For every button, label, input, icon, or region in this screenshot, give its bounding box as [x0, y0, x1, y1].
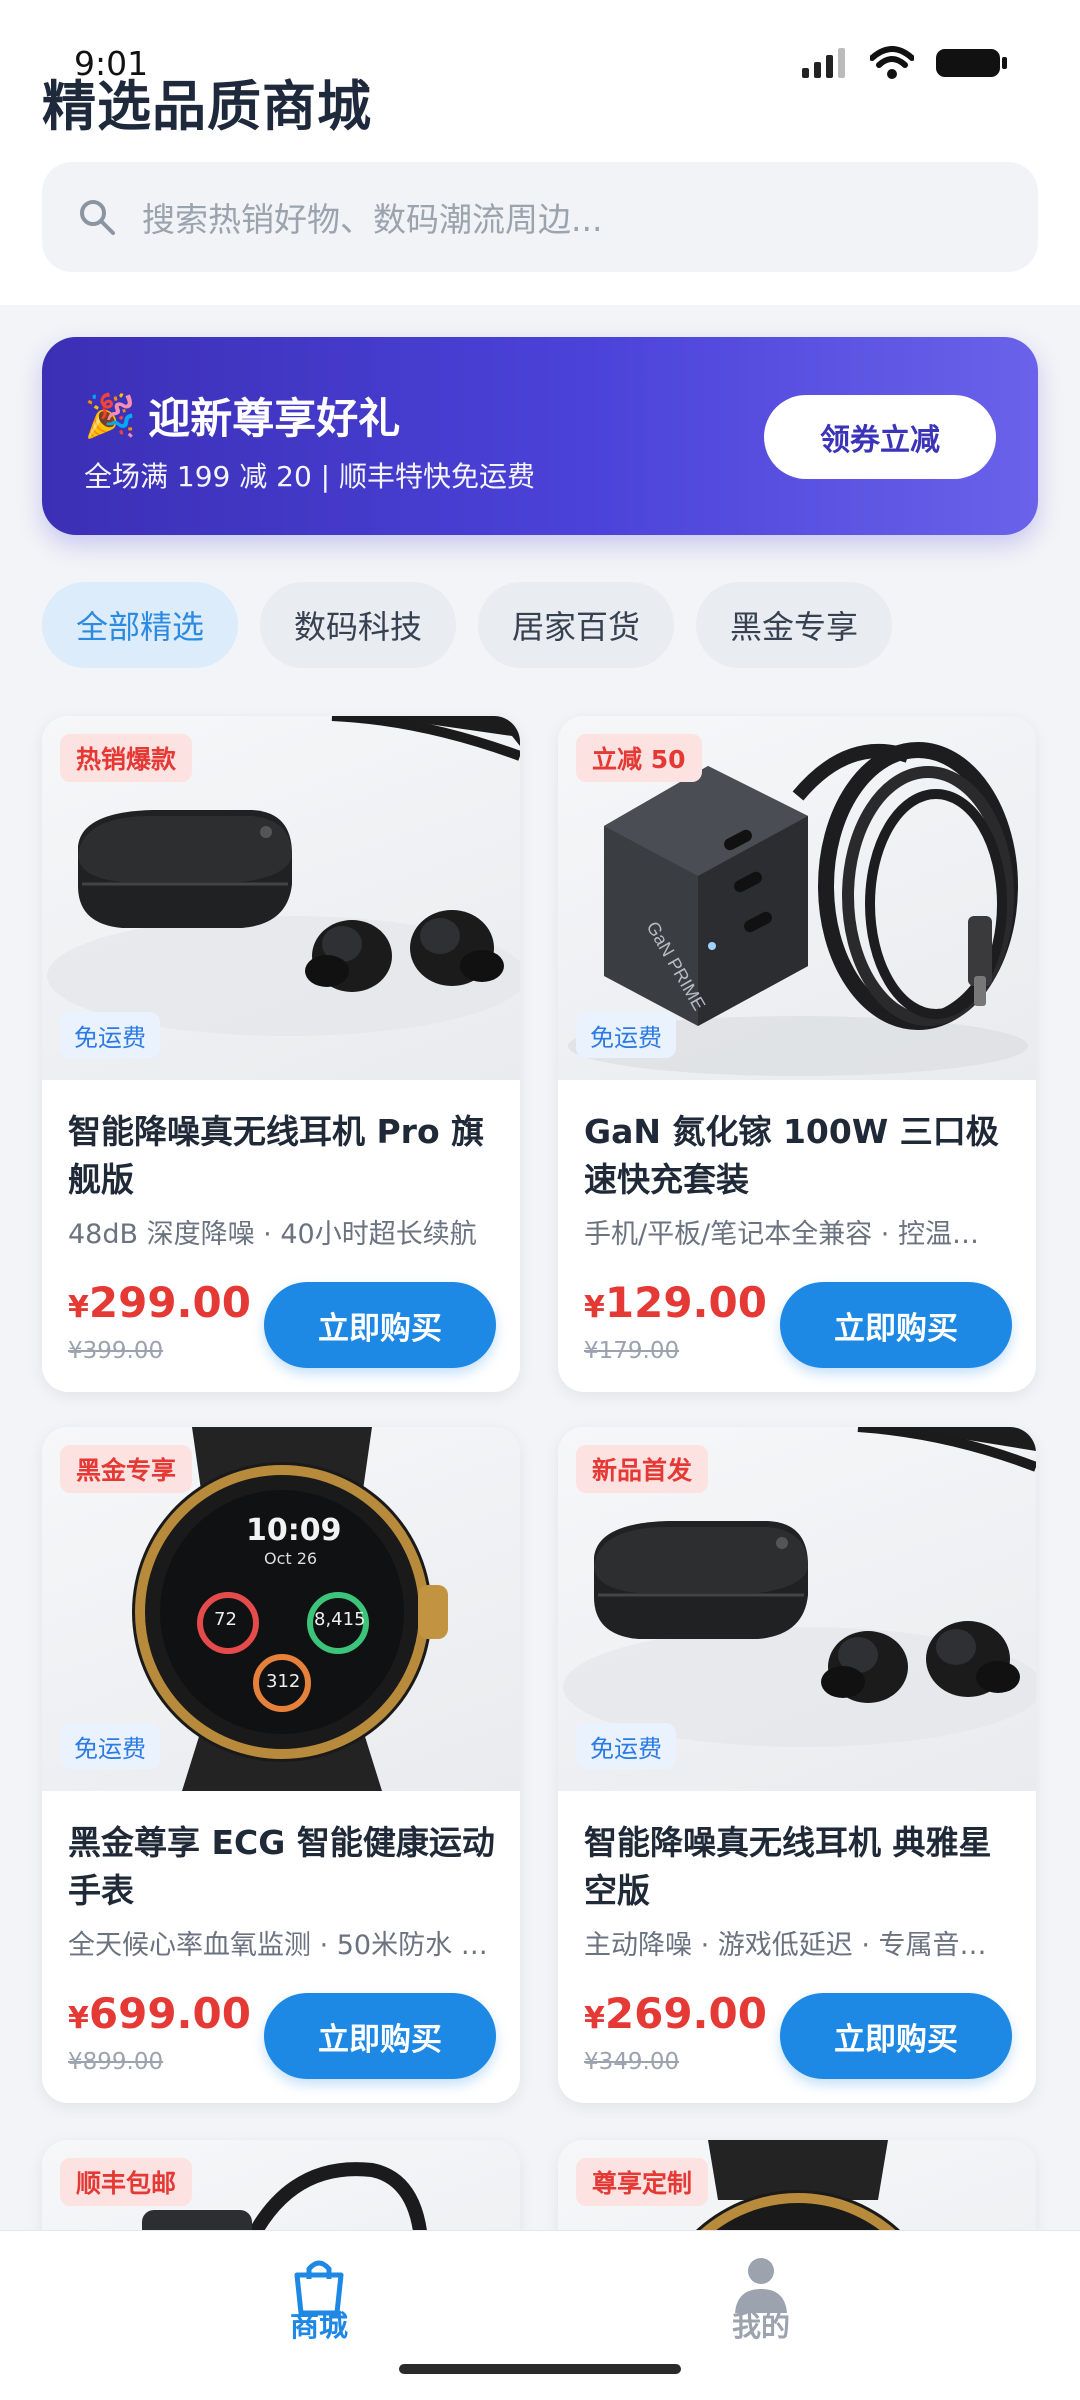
product-price: ¥ 129.00	[584, 1278, 767, 1327]
tab-mall-label: 商城	[289, 2309, 348, 2343]
category-chip-home[interactable]: 居家百货	[478, 582, 675, 668]
product-card[interactable]: GaN PRIME 立减 50 免运费 GaN 氮化镓 100W 三口极速快充套…	[558, 716, 1036, 1392]
category-chip-all[interactable]: 全部精选	[42, 582, 239, 668]
product-name[interactable]: 智能降噪真无线耳机 Pro 旗舰版	[68, 1108, 498, 1204]
original-price: ¥899.00	[68, 2049, 164, 2075]
buy-now-button[interactable]: 立即购买	[264, 1282, 496, 1368]
promo-banner[interactable]: 🎉 迎新尊享好礼 全场满 199 减 20 | 顺丰特快免运费 领券立减	[42, 337, 1038, 535]
original-price: ¥399.00	[68, 1338, 164, 1364]
status-icons	[802, 46, 1008, 80]
free-shipping-badge: 免运费	[576, 1723, 676, 1769]
buy-now-button[interactable]: 立即购买	[264, 1993, 496, 2079]
claim-coupon-button[interactable]: 领券立减	[764, 395, 996, 479]
currency-symbol: ¥	[68, 2001, 89, 2036]
free-shipping-badge: 免运费	[60, 1012, 160, 1058]
category-chip-blackgold[interactable]: 黑金专享	[696, 582, 893, 668]
product-description: 48dB 深度降噪 · 40小时超长续航	[68, 1219, 477, 1250]
product-image[interactable]: GaN PRIME 立减 50 免运费	[558, 716, 1036, 1080]
free-shipping-badge: 免运费	[576, 1012, 676, 1058]
watch-face-bpm: 72	[214, 1609, 237, 1630]
product-image[interactable]: 热销爆款 免运费	[42, 716, 520, 1080]
buy-now-button[interactable]: 立即购买	[780, 1993, 1012, 2079]
home-indicator[interactable]	[399, 2364, 681, 2374]
product-description: 主动降噪 · 游戏低延迟 · 专属音效调校	[584, 1930, 1004, 1961]
price-value: 269.00	[604, 1989, 767, 2038]
product-price: ¥ 299.00	[68, 1278, 251, 1327]
watch-face-kcal: 312	[266, 1671, 301, 1692]
category-chip-digital[interactable]: 数码科技	[260, 582, 457, 668]
tab-mall[interactable]: 商城	[219, 2255, 419, 2345]
banner-title: 🎉 迎新尊享好礼	[84, 385, 400, 446]
product-image[interactable]: 新品首发 免运费	[558, 1427, 1036, 1791]
product-description: 手机/平板/笔记本全兼容 · 控温安全	[584, 1219, 1004, 1250]
tab-profile-label: 我的	[731, 2309, 790, 2343]
product-tag: 顺丰包邮	[60, 2158, 193, 2206]
buy-now-button[interactable]: 立即购买	[780, 1282, 1012, 1368]
search-icon	[80, 200, 115, 235]
product-price: ¥ 269.00	[584, 1989, 767, 2038]
price-value: 129.00	[604, 1278, 767, 1327]
search-input[interactable]: 搜索热销好物、数码潮流周边...	[42, 162, 1038, 272]
product-tag: 新品首发	[576, 1445, 709, 1493]
original-price: ¥179.00	[584, 1338, 680, 1364]
product-tag: 尊享定制	[576, 2158, 709, 2206]
product-name[interactable]: GaN 氮化镓 100W 三口极速快充套装	[584, 1108, 1014, 1204]
wifi-icon	[870, 46, 914, 79]
bottom-tab-bar: 商城 我的	[0, 2230, 1080, 2400]
product-card[interactable]: 热销爆款 免运费 智能降噪真无线耳机 Pro 旗舰版 48dB 深度降噪 · 4…	[42, 716, 520, 1392]
search-placeholder: 搜索热销好物、数码潮流周边...	[142, 200, 603, 239]
product-image[interactable]: 10:09 Oct 26 72 8,415 312 黑金专享 免运费	[42, 1427, 520, 1791]
battery-icon	[936, 49, 1007, 77]
currency-symbol: ¥	[68, 1290, 89, 1325]
free-shipping-badge: 免运费	[60, 1723, 160, 1769]
banner-subtitle: 全场满 199 减 20 | 顺丰特快免运费	[84, 460, 536, 493]
product-tag: 立减 50	[576, 734, 702, 782]
party-popper-icon: 🎉	[84, 390, 137, 440]
watch-face-date: Oct 26	[264, 1549, 318, 1568]
watch-face-time: 10:09	[246, 1513, 342, 1548]
price-value: 699.00	[88, 1989, 251, 2038]
product-description: 全天候心率血氧监测 · 50米防水 · 长续航	[68, 1930, 488, 1961]
product-price: ¥ 699.00	[68, 1989, 251, 2038]
signal-icon	[802, 48, 845, 78]
header: 9:01 精选品质商城 搜索热销好物、数码潮流周边...	[0, 0, 1080, 305]
banner-title-text: 迎新尊享好礼	[148, 394, 401, 443]
currency-symbol: ¥	[584, 2001, 605, 2036]
product-tag: 热销爆款	[60, 734, 193, 782]
product-card[interactable]: 新品首发 免运费 智能降噪真无线耳机 典雅星空版 主动降噪 · 游戏低延迟 · …	[558, 1427, 1036, 2103]
category-tabs: 全部精选 数码科技 居家百货 黑金专享	[42, 582, 893, 668]
price-value: 299.00	[88, 1278, 251, 1327]
tab-profile[interactable]: 我的	[661, 2255, 861, 2345]
page-title: 精选品质商城	[42, 75, 372, 138]
product-tag: 黑金专享	[60, 1445, 193, 1493]
product-name[interactable]: 智能降噪真无线耳机 典雅星空版	[584, 1819, 1014, 1915]
currency-symbol: ¥	[584, 1290, 605, 1325]
product-name[interactable]: 黑金尊享 ECG 智能健康运动手表	[68, 1819, 498, 1915]
watch-face-steps: 8,415	[314, 1609, 366, 1630]
original-price: ¥349.00	[584, 2049, 680, 2075]
product-card[interactable]: 10:09 Oct 26 72 8,415 312 黑金专享 免运费 黑金尊享 …	[42, 1427, 520, 2103]
